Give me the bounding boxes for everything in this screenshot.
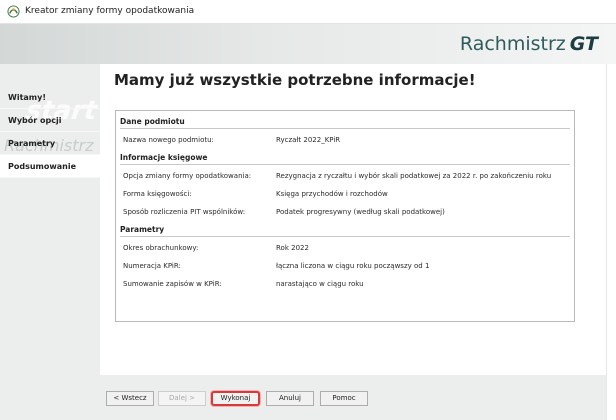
step-wybor-opcji[interactable]: Wybór opcji — [0, 109, 100, 132]
row-value: narastająco w ciągu roku — [276, 280, 364, 288]
cancel-button[interactable]: Anuluj — [266, 391, 314, 406]
row-label: Opcja zmiany formy opodatkowania: — [123, 172, 252, 180]
row-value: Księga przychodów i rozchodów — [276, 190, 388, 198]
summary-row: Nazwa nowego podmiotu: Ryczałt 2022_KPiR — [116, 131, 574, 149]
section-title-informacje-ksiegowe: Informacje księgowe — [120, 153, 208, 162]
row-label: Nazwa nowego podmiotu: — [123, 136, 214, 144]
app-icon — [7, 5, 20, 18]
main-content: Mamy już wszystkie potrzebne informacje!… — [100, 64, 606, 375]
section-title-dane-podmiotu: Dane podmiotu — [120, 117, 185, 126]
summary-row: Okres obrachunkowy: Rok 2022 — [116, 239, 574, 257]
wizard-footer: < Wstecz Dalej > Wykonaj Anuluj Pomoc — [0, 375, 606, 420]
page-title: Mamy już wszystkie potrzebne informacje! — [114, 71, 476, 89]
brand-name: Rachmistrz — [459, 33, 566, 55]
summary-row: Forma księgowości: Księga przychodów i r… — [116, 185, 574, 203]
title-bar: Kreator zmiany formy opodatkowania — [0, 0, 616, 24]
execute-button[interactable]: Wykonaj — [211, 391, 260, 406]
brand-logo: Rachmistrz GT — [460, 33, 598, 55]
row-label: Okres obrachunkowy: — [123, 244, 199, 252]
step-witamy[interactable]: Witamy! — [0, 86, 100, 109]
help-button[interactable]: Pomoc — [320, 391, 368, 406]
header-banner: Rachmistrz GT — [0, 24, 616, 64]
section-title-parametry: Parametry — [120, 225, 165, 234]
summary-row: Opcja zmiany formy opodatkowania: Rezygn… — [116, 167, 574, 185]
summary-panel: Dane podmiotu Nazwa nowego podmiotu: Ryc… — [115, 110, 575, 322]
section-divider — [120, 164, 570, 165]
summary-row: Numeracja KPiR: łączna liczona w ciągu r… — [116, 257, 574, 275]
row-label: Numeracja KPiR: — [123, 262, 181, 270]
row-value: Rok 2022 — [276, 244, 309, 252]
next-button: Dalej > — [158, 391, 206, 406]
brand-gt-logo: GT — [569, 33, 598, 55]
window-title: Kreator zmiany formy opodatkowania — [25, 6, 195, 16]
row-label: Forma księgowości: — [123, 190, 192, 198]
wizard-steps: Witamy! Wybór opcji Parametry Podsumowan… — [0, 86, 100, 178]
window-edge — [606, 64, 616, 420]
row-value: łączna liczona w ciągu roku począwszy od… — [276, 262, 430, 270]
row-value: Podatek progresywny (według skali podatk… — [276, 208, 445, 216]
summary-row: Sumowanie zapisów w KPiR: narastająco w … — [116, 275, 574, 293]
section-divider — [120, 236, 570, 237]
back-button[interactable]: < Wstecz — [106, 391, 154, 406]
wizard-steps-sidebar: start Rachmistrz Witamy! Wybór opcji Par… — [0, 64, 100, 420]
row-value: Ryczałt 2022_KPiR — [276, 136, 341, 144]
section-divider — [120, 128, 570, 129]
step-podsumowanie[interactable]: Podsumowanie — [0, 155, 100, 178]
row-label: Sumowanie zapisów w KPiR: — [123, 280, 222, 288]
step-parametry[interactable]: Parametry — [0, 132, 100, 155]
summary-row: Sposób rozliczenia PIT wspólników: Podat… — [116, 203, 574, 221]
row-value: Rezygnacja z ryczałtu i wybór skali poda… — [276, 172, 552, 180]
row-label: Sposób rozliczenia PIT wspólników: — [123, 208, 246, 216]
